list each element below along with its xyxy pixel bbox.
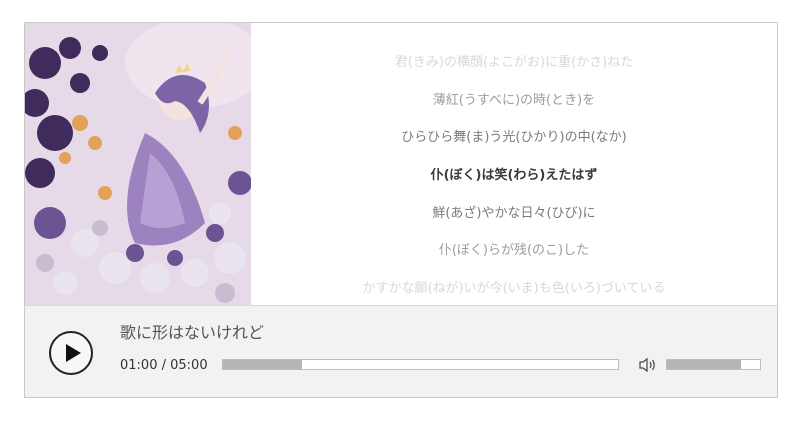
progress-bar[interactable] [222,359,619,370]
progress-fill [223,360,302,369]
lyric-line: 鮮(あざ)やかな日々(ひび)に [432,206,596,221]
lyric-line: かすかな願(ねが)いが今(いま)も色(いろ)づいている [362,281,666,296]
speaker-icon[interactable] [638,357,658,373]
lyric-line: 薄紅(うすべに)の時(とき)を [432,93,596,108]
volume-slider[interactable] [666,359,761,370]
time-display: 01:00 / 05:00 [120,358,208,373]
current-time: 01:00 [120,358,158,373]
lyric-line: ひらひら舞(ま)う光(ひかり)の中(なか) [401,130,627,145]
total-time: 05:00 [170,358,208,373]
album-artwork [25,23,251,305]
control-bar: 歌に形はないけれど 01:00 / 05:00 [25,305,777,397]
time-separator: / [157,358,171,373]
lyric-line: 仆(ぼく)らが残(のこ)した [438,243,590,258]
play-icon [66,344,81,362]
lyric-line: 君(きみ)の横顔(よこがお)に重(かさ)ねた [394,55,634,70]
song-title: 歌に形はないけれど [120,323,265,342]
player-top-section: 君(きみ)の横顔(よこがお)に重(かさ)ねた 薄紅(うすべに)の時(とき)を ひ… [25,23,777,305]
music-player: 君(きみ)の横顔(よこがお)に重(かさ)ねた 薄紅(うすべに)の時(とき)を ひ… [24,22,778,398]
play-button[interactable] [49,331,93,375]
lyrics-panel: 君(きみ)の横顔(よこがお)に重(かさ)ねた 薄紅(うすべに)の時(とき)を ひ… [251,23,777,305]
volume-fill [667,360,742,369]
lyric-line-current: 仆(ぼく)は笑(わら)えたはず [430,168,598,183]
album-cover [25,23,251,305]
